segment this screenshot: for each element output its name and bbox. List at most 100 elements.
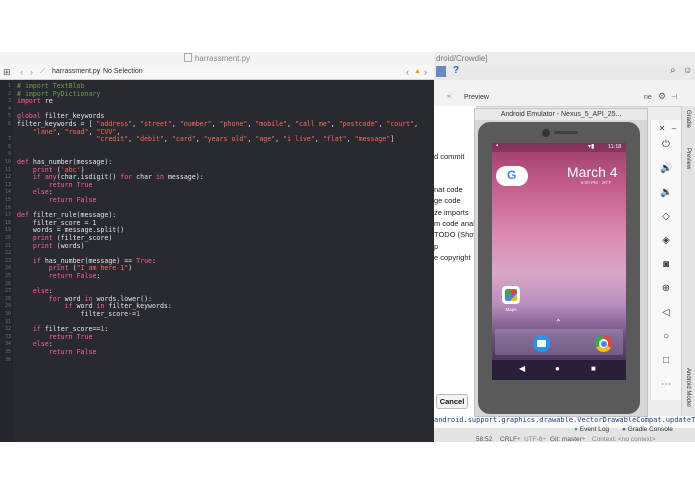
notification-icon: ▪ (496, 143, 499, 149)
xcode-title-bar: harrassment.py (0, 52, 434, 65)
rotate-right-icon[interactable]: ◈ (660, 235, 672, 247)
jump-bar: ⊞ ‹ › ⟋ harrassment.py › No Selection ‹ … (0, 65, 434, 80)
chrome-app-icon[interactable] (595, 335, 612, 352)
camera-icon[interactable]: ◙ (660, 259, 672, 271)
commit-option[interactable]: p (434, 242, 438, 251)
back-arrow-icon[interactable]: ‹ (20, 65, 23, 79)
event-log-label: Event Log (579, 426, 610, 433)
line-number: 24 (4, 265, 11, 272)
status-bar: ● Event Log ● Gradle Console 58:52 CRLF÷… (434, 426, 695, 443)
preview-tab[interactable]: Preview (464, 94, 489, 101)
issue-forward-icon[interactable]: › (424, 65, 427, 79)
code-line: return False (48, 348, 97, 356)
commit-option[interactable]: TODO (Show (434, 230, 479, 239)
xcode-window: harrassment.py ⊞ ‹ › ⟋ harrassment.py › … (0, 52, 434, 442)
date-subline: 6:00 PM · 20°F (581, 180, 612, 185)
hide-icon[interactable]: ⊣ (671, 93, 677, 101)
overview-icon[interactable]: □ (660, 355, 672, 367)
back-icon[interactable]: ◁ (660, 307, 672, 319)
clock: 11:18 (608, 144, 622, 150)
commit-option[interactable]: nat code (434, 185, 463, 194)
code-line: filter_score-=1 (17, 310, 141, 318)
event-log-tab[interactable]: ● Event Log (574, 426, 609, 433)
line-separator[interactable]: CRLF÷ (500, 436, 521, 443)
line-number: 10 (4, 159, 11, 165)
jump-chevron-icon: › (97, 68, 100, 75)
line-number: 11 (4, 166, 11, 173)
phone-screen[interactable]: ▪ ▾▮ 11:18 G March 4 6:00 PM · 20°F Maps… (492, 143, 626, 380)
collapse-icon[interactable]: »: (447, 94, 452, 100)
zoom-icon[interactable]: ⊕ (660, 283, 672, 295)
line-number: 2 (7, 90, 11, 97)
commit-option[interactable]: e copyright (434, 253, 471, 262)
jump-selection[interactable]: No Selection (103, 65, 143, 79)
chrome-center (600, 340, 607, 347)
home-icon[interactable]: ○ (660, 331, 672, 343)
line-number: 27 (4, 288, 11, 295)
signal-icon: ▾▮ (588, 144, 595, 150)
line-number: 19 (4, 227, 11, 234)
line-number: 28 (4, 295, 11, 302)
line-number: 8 (7, 143, 11, 150)
jump-file[interactable]: harrassment.py (52, 65, 100, 79)
gradle-console-tab[interactable]: ● Gradle Console (622, 426, 673, 433)
line-number: 20 (4, 235, 11, 241)
git-branch[interactable]: Git: master÷ (550, 436, 585, 443)
minimize-icon[interactable]: – (668, 123, 680, 135)
line-number: 12 (4, 174, 11, 181)
line-number: 9 (7, 151, 11, 158)
line-number: 5 (7, 113, 11, 120)
volume-down-icon[interactable]: 🔉 (660, 187, 672, 199)
line-number: 33 (4, 333, 11, 340)
cancel-button[interactable]: Cancel (436, 394, 468, 409)
search-icon[interactable]: ⌕ (670, 65, 676, 76)
more-icon[interactable]: ⋯ (660, 379, 672, 391)
messages-app-icon[interactable] (533, 335, 550, 352)
google-g-icon: G (507, 168, 517, 182)
line-number: 31 (4, 318, 11, 325)
sdk-manager-icon[interactable] (436, 66, 446, 77)
code-line: import re (17, 97, 53, 106)
power-icon[interactable]: ⏻ (660, 139, 672, 151)
forward-arrow-icon[interactable]: › (30, 65, 33, 79)
back-nav-icon[interactable]: ◀ (519, 364, 525, 373)
line-number: 14 (4, 189, 11, 196)
commit-option[interactable]: d commit (434, 152, 464, 161)
code-line: return False (48, 196, 97, 204)
main-toolbar: ? ⌕ ☺ (434, 65, 695, 81)
commit-option[interactable]: ze imports (434, 208, 469, 217)
issue-back-icon[interactable]: ‹ (406, 65, 409, 79)
date-widget[interactable]: March 4 (567, 164, 618, 180)
code-editor[interactable]: 1 2 3 4 5 6 7 8 9 10 11 12 13 14 15 16 17 18 19 20 21 22 23 24 2… (0, 80, 434, 442)
android-model-tab[interactable]: Android Model (685, 368, 691, 407)
google-search-bar[interactable]: G (496, 166, 528, 186)
help-icon[interactable]: ? (453, 65, 459, 76)
warning-icon[interactable]: ▲ (414, 65, 421, 79)
volume-up-icon[interactable]: 🔊 (660, 163, 672, 175)
recents-nav-icon[interactable]: ■ (591, 364, 596, 373)
line-number: 32 (4, 326, 11, 333)
rotate-left-icon[interactable]: ◇ (660, 211, 672, 223)
line-number-gutter: 1 2 3 4 5 6 7 8 9 10 11 12 13 14 15 16 17 18 19 20 21 22 23 24 2… (0, 80, 13, 442)
commit-option[interactable]: m code analy (434, 219, 479, 228)
gradle-tab[interactable]: Gradle (685, 110, 691, 128)
line-number: 29 (4, 303, 11, 310)
tab-strip: »: Preview ne ⚙ ⊣ (434, 80, 695, 107)
line-number: 1 (7, 83, 11, 89)
gear-icon[interactable]: ⚙ (658, 91, 666, 102)
gradle-console-label: Gradle Console (627, 426, 673, 433)
close-icon[interactable]: ✕ (656, 123, 668, 135)
commit-option[interactable]: ge code (434, 196, 461, 205)
app-drawer-arrow-icon[interactable]: ⌃ (555, 318, 562, 327)
encoding[interactable]: UTF-8÷ (524, 436, 546, 443)
user-icon[interactable]: ☺ (683, 65, 692, 75)
maps-app-icon[interactable] (502, 286, 520, 304)
code-line: return False: (48, 272, 101, 280)
line-number: 13 (4, 181, 11, 188)
line-number: 6 (7, 121, 11, 127)
home-nav-icon[interactable]: ● (555, 364, 560, 373)
code-line: "credit", "debit", "card", "years old", … (96, 135, 395, 144)
preview-side-tab[interactable]: Preview (685, 148, 691, 169)
grid-icon[interactable]: ⊞ (3, 65, 11, 79)
maps-label: Maps (505, 307, 517, 312)
